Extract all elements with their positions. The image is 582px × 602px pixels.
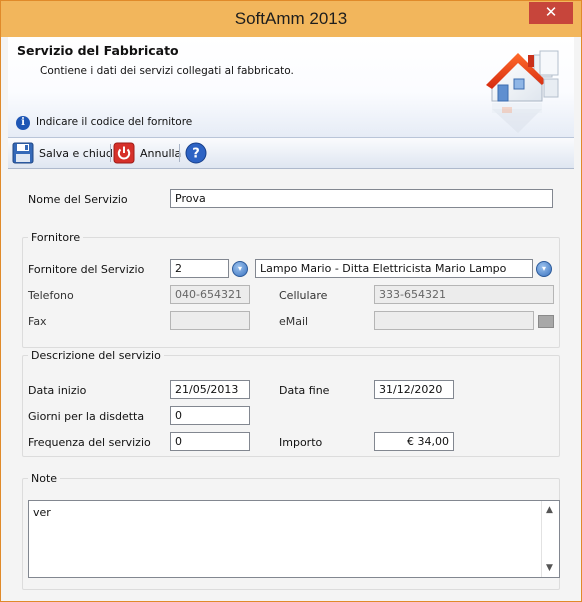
fax-label: Fax [28, 315, 47, 328]
mobile-label: Cellulare [279, 289, 328, 302]
close-button[interactable]: ✕ [529, 2, 573, 24]
help-icon: ? [185, 142, 207, 164]
fax-field [170, 311, 250, 330]
fornitore-legend: Fornitore [28, 231, 84, 244]
supplier-code-input[interactable]: 2 [170, 259, 229, 278]
end-date-label: Data fine [279, 384, 330, 397]
end-date-input[interactable]: 31/12/2020 [374, 380, 454, 399]
notice-days-label: Giorni per la disdetta [28, 410, 145, 423]
email-send-icon[interactable] [538, 315, 554, 328]
notes-text: ver [33, 506, 51, 519]
scroll-up-icon[interactable]: ▲ [546, 505, 553, 515]
email-field [374, 311, 534, 330]
email-label: eMail [279, 315, 309, 328]
start-date-input[interactable]: 21/05/2013 [170, 380, 250, 399]
save-close-label: Salva e chiudi [39, 146, 116, 160]
help-glyph: ? [192, 147, 200, 162]
supplier-code-label: Fornitore del Servizio [28, 263, 145, 276]
descrizione-legend: Descrizione del servizio [28, 349, 164, 362]
frequency-input[interactable]: 0 [170, 432, 250, 451]
service-name-input[interactable]: Prova [170, 189, 553, 208]
help-button[interactable]: ? [185, 142, 207, 164]
supplier-code-dropdown-icon[interactable]: ▾ [232, 261, 248, 277]
start-date-label: Data inizio [28, 384, 87, 397]
notice-days-input[interactable]: 0 [170, 406, 250, 425]
note-legend: Note [28, 472, 61, 485]
window-title: SoftAmm 2013 [234, 9, 348, 28]
house-icon [486, 50, 559, 133]
cancel-label: Annulla [140, 146, 182, 160]
phone-label: Telefono [28, 289, 74, 302]
info-icon: i [16, 116, 30, 130]
toolbar-separator [110, 144, 111, 162]
toolbar: Salva e chiudi Annulla ? [8, 138, 574, 169]
header-subtitle: Contiene i dati dei servizi collegati al… [40, 65, 294, 77]
supplier-name-input[interactable]: Lampo Mario - Ditta Elettricista Mario L… [255, 259, 533, 278]
service-form: Nome del Servizio Prova Fornitore Fornit… [8, 169, 574, 597]
toolbar-separator [179, 144, 180, 162]
save-close-button[interactable]: Salva e chiudi [12, 142, 116, 164]
notes-scrollbar[interactable]: ▲ ▼ [541, 501, 559, 577]
amount-input[interactable]: € 34,00 [374, 432, 454, 451]
header-info-text: Indicare il codice del fornitore [36, 116, 193, 128]
service-name-label: Nome del Servizio [28, 193, 128, 206]
app-window: SoftAmm 2013 ✕ Servizio del Fabbricato C… [0, 0, 582, 602]
cancel-button[interactable]: Annulla [113, 142, 181, 164]
notes-textarea[interactable]: ver ▲ ▼ [28, 500, 560, 578]
dialog-header: Servizio del Fabbricato Contiene i dati … [8, 37, 574, 138]
supplier-name-dropdown-icon[interactable]: ▾ [536, 261, 552, 277]
phone-field: 040-654321 [170, 285, 250, 304]
header-title: Servizio del Fabbricato [17, 43, 179, 58]
title-bar[interactable]: SoftAmm 2013 ✕ [1, 1, 581, 37]
floppy-disk-icon [12, 142, 34, 164]
scroll-down-icon[interactable]: ▼ [546, 563, 553, 573]
power-icon [113, 142, 135, 164]
mobile-field: 333-654321 [374, 285, 554, 304]
frequency-label: Frequenza del servizio [28, 436, 151, 449]
amount-label: Importo [279, 436, 323, 449]
